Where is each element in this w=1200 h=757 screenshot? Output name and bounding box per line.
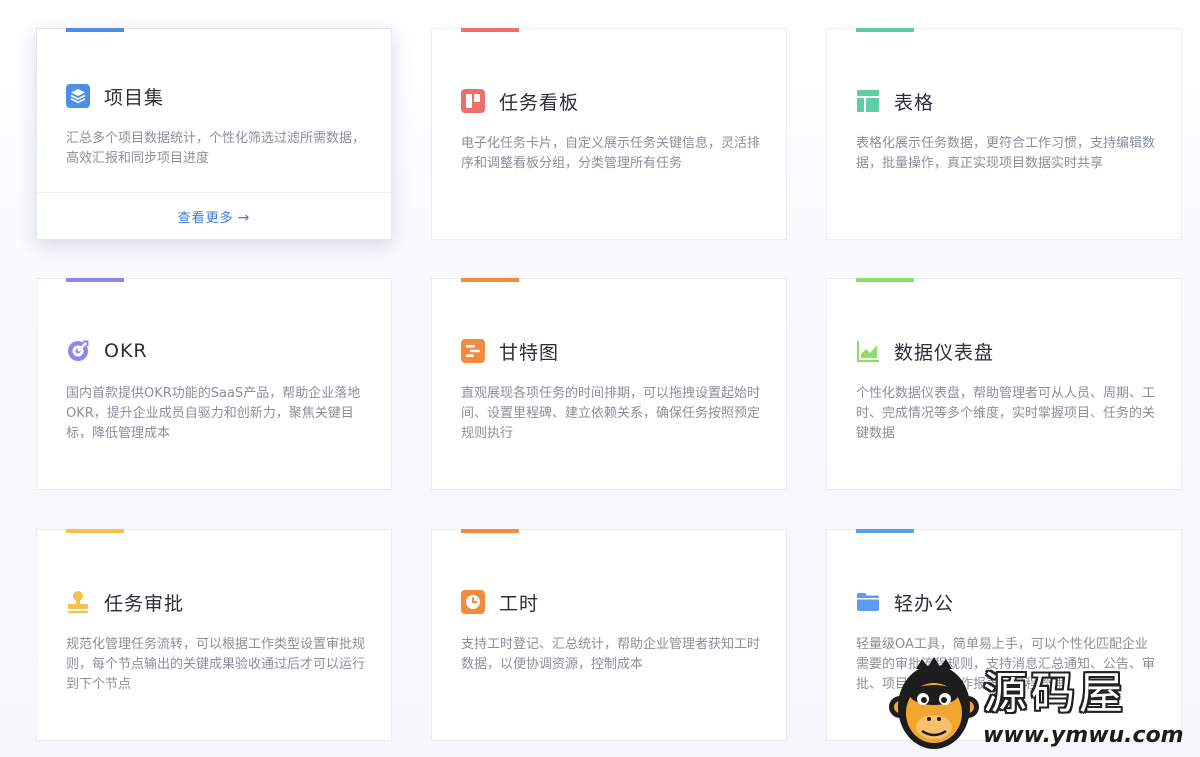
card-title: 任务审批 [104,592,185,615]
card-title: 数据仪表盘 [894,341,995,364]
folder-icon [856,590,880,614]
card-description: 支持工时登记、汇总统计，帮助企业管理者获知工时数据，以便协调资源，控制成本 [461,637,761,672]
card-title: 甘特图 [499,341,560,364]
feature-card-work-hours[interactable]: 工时 支持工时登记、汇总统计，帮助企业管理者获知工时数据，以便协调资源，控制成本 [431,529,787,741]
card-header: 任务审批 [66,589,184,615]
card-description: 表格化展示任务数据，更符合工作习惯，支持编辑数据，批量操作，真正实现项目数据实时… [856,136,1156,171]
stamp-icon [66,590,90,614]
card-description: 直观展现各项任务的时间排期，可以拖拽设置起始时间、设置里程碑、建立依赖关系，确保… [461,386,761,441]
card-accent-bar [461,529,519,533]
card-accent-bar [66,529,124,533]
gantt-icon [461,339,485,363]
card-accent-bar [856,278,914,282]
table-icon [856,89,880,113]
card-description: 电子化任务卡片，自定义展示任务关键信息，灵活排序和调整看板分组，分类管理所有任务 [461,136,761,171]
card-header: 任务看板 [461,88,579,114]
card-description: 个性化数据仪表盘，帮助管理者可从人员、周期、工时、完成情况等多个维度，实时掌握项… [856,386,1156,441]
card-title: 任务看板 [499,91,580,114]
card-accent-bar [66,28,124,32]
card-header: 表格 [856,88,934,114]
monkey-logo-icon [888,657,980,753]
card-accent-bar [66,278,124,282]
card-accent-bar [856,529,914,533]
target-icon [66,339,90,363]
watermark-name: 源码屋 [983,668,1127,719]
view-more-label: 查看更多 [177,211,234,226]
kanban-icon [461,89,485,113]
card-title: 工时 [499,592,540,615]
card-header: OKR [66,338,148,364]
feature-card-table[interactable]: 表格 表格化展示任务数据，更符合工作习惯，支持编辑数据，批量操作，真正实现项目数… [826,28,1182,240]
dashboard-chart-icon [856,339,880,363]
arrow-right-icon: → [237,210,251,226]
card-header: 轻办公 [856,589,954,615]
card-title: 轻办公 [894,592,955,615]
feature-card-kanban[interactable]: 任务看板 电子化任务卡片，自定义展示任务关键信息，灵活排序和调整看板分组，分类管… [431,28,787,240]
feature-card-project-set[interactable]: 项目集 汇总多个项目数据统计，个性化筛选过滤所需数据，高效汇报和同步项目进度 查… [36,28,392,240]
feature-card-dashboard[interactable]: 数据仪表盘 个性化数据仪表盘，帮助管理者可从人员、周期、工时、完成情况等多个维度… [826,278,1182,490]
card-divider [37,192,391,193]
clock-icon [461,590,485,614]
feature-card-gantt[interactable]: 甘特图 直观展现各项任务的时间排期，可以拖拽设置起始时间、设置里程碑、建立依赖关… [431,278,787,490]
card-header: 数据仪表盘 [856,338,994,364]
card-header: 甘特图 [461,338,559,364]
card-description: 国内首款提供OKR功能的SaaS产品，帮助企业落地OKR，提升企业成员自驱力和创… [66,386,361,441]
feature-card-okr[interactable]: OKR 国内首款提供OKR功能的SaaS产品，帮助企业落地OKR，提升企业成员自… [36,278,392,490]
site-watermark: 源码屋 www.ymwu.com [888,655,1200,757]
card-title: OKR [104,340,148,362]
card-header: 项目集 [66,83,164,109]
watermark-url: www.ymwu.com [983,723,1184,748]
card-accent-bar [461,278,519,282]
card-accent-bar [856,28,914,32]
layers-icon [66,84,90,108]
card-title: 表格 [894,91,935,114]
card-description: 汇总多个项目数据统计，个性化筛选过滤所需数据，高效汇报和同步项目进度 [66,131,366,166]
card-description: 规范化管理任务流转，可以根据工作类型设置审批规则，每个节点输出的关键成果验收通过… [66,637,366,692]
card-title: 项目集 [104,86,165,109]
view-more-link[interactable]: 查看更多 → [37,207,391,226]
card-header: 工时 [461,589,539,615]
card-accent-bar [461,28,519,32]
feature-card-approval[interactable]: 任务审批 规范化管理任务流转，可以根据工作类型设置审批规则，每个节点输出的关键成… [36,529,392,741]
